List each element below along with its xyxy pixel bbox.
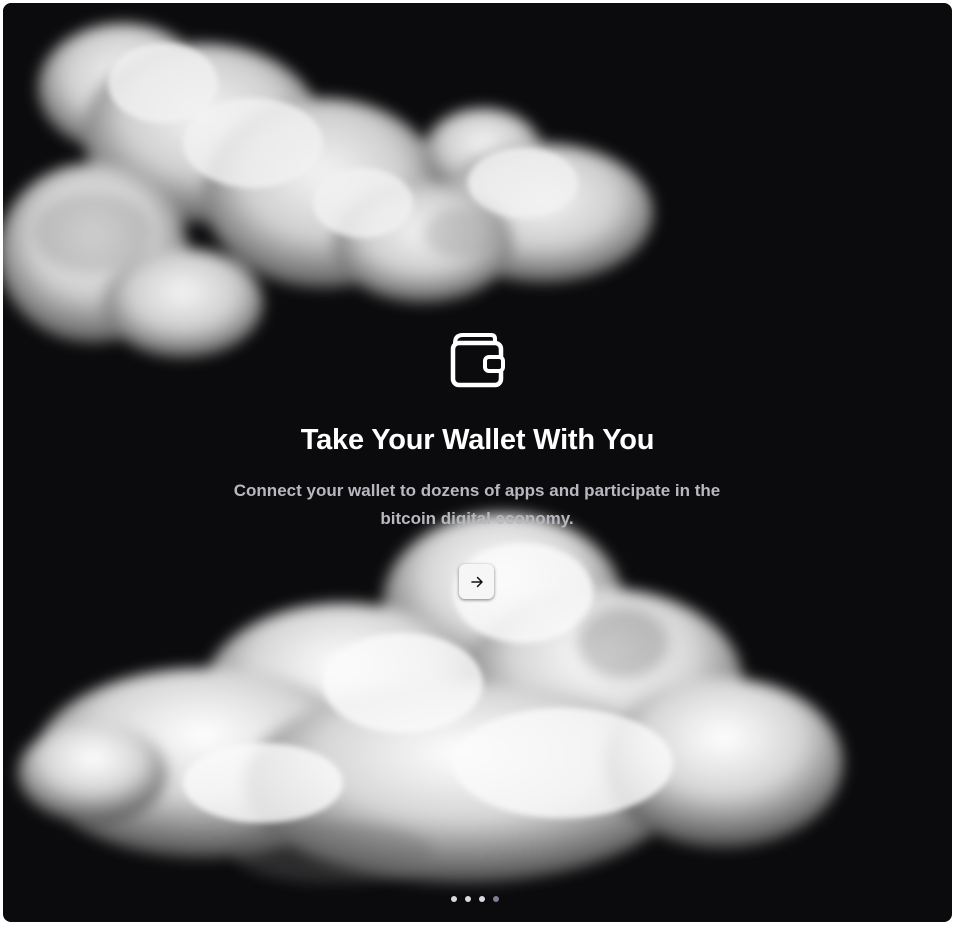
onboarding-title: Take Your Wallet With You — [300, 424, 655, 456]
onboarding-subtitle: Connect your wallet to dozens of apps an… — [233, 481, 721, 528]
pagination-dot-1[interactable] — [451, 896, 457, 902]
pagination-dots — [451, 896, 499, 902]
pagination-dot-2[interactable] — [465, 896, 471, 902]
pagination-dot-3[interactable] — [479, 896, 485, 902]
clouds-background-image — [3, 23, 843, 883]
next-button[interactable] — [459, 564, 494, 599]
wallet-icon — [450, 333, 505, 388]
onboarding-screen: Take Your Wallet With You Connect your w… — [3, 3, 952, 922]
pagination-dot-4[interactable] — [493, 896, 499, 902]
arrow-right-icon — [470, 576, 483, 587]
